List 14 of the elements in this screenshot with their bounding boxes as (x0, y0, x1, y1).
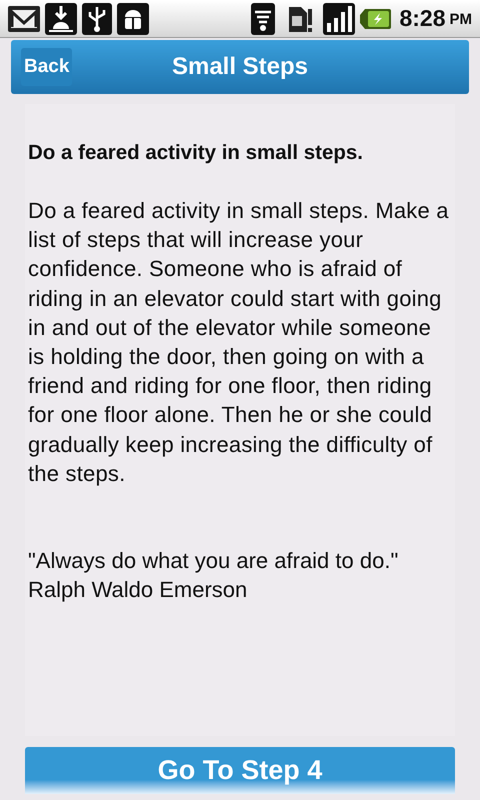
mail-icon (8, 6, 40, 32)
next-step-button[interactable]: Go To Step 4 (25, 747, 455, 794)
clock-time: 8:28 (399, 4, 446, 34)
usb-icon (82, 2, 112, 34)
battery-charging-icon (359, 8, 392, 30)
screen-title: Small Steps (172, 52, 308, 82)
back-button[interactable]: Back (21, 48, 72, 86)
quote-text: "Always do what you are afraid to do." (28, 547, 400, 576)
download-icon (45, 2, 77, 34)
quote-author: Ralph Waldo Emerson (28, 576, 248, 604)
clock-period: PM (450, 10, 472, 30)
tip-heading: Do a feared activity in small steps. (28, 140, 364, 166)
signal-icon (323, 2, 356, 34)
tip-text: Do a feared activity in small steps. Make a list of steps that will increase your confidence. Someone who is afraid of riding in an elevator could start with going in and out of the elevator while someone is holding the door, then going on with a friend and riding for one floor, then riding for one floor alone. Then he or she could gradually keep increasing the difficulty of the steps. (28, 197, 449, 488)
